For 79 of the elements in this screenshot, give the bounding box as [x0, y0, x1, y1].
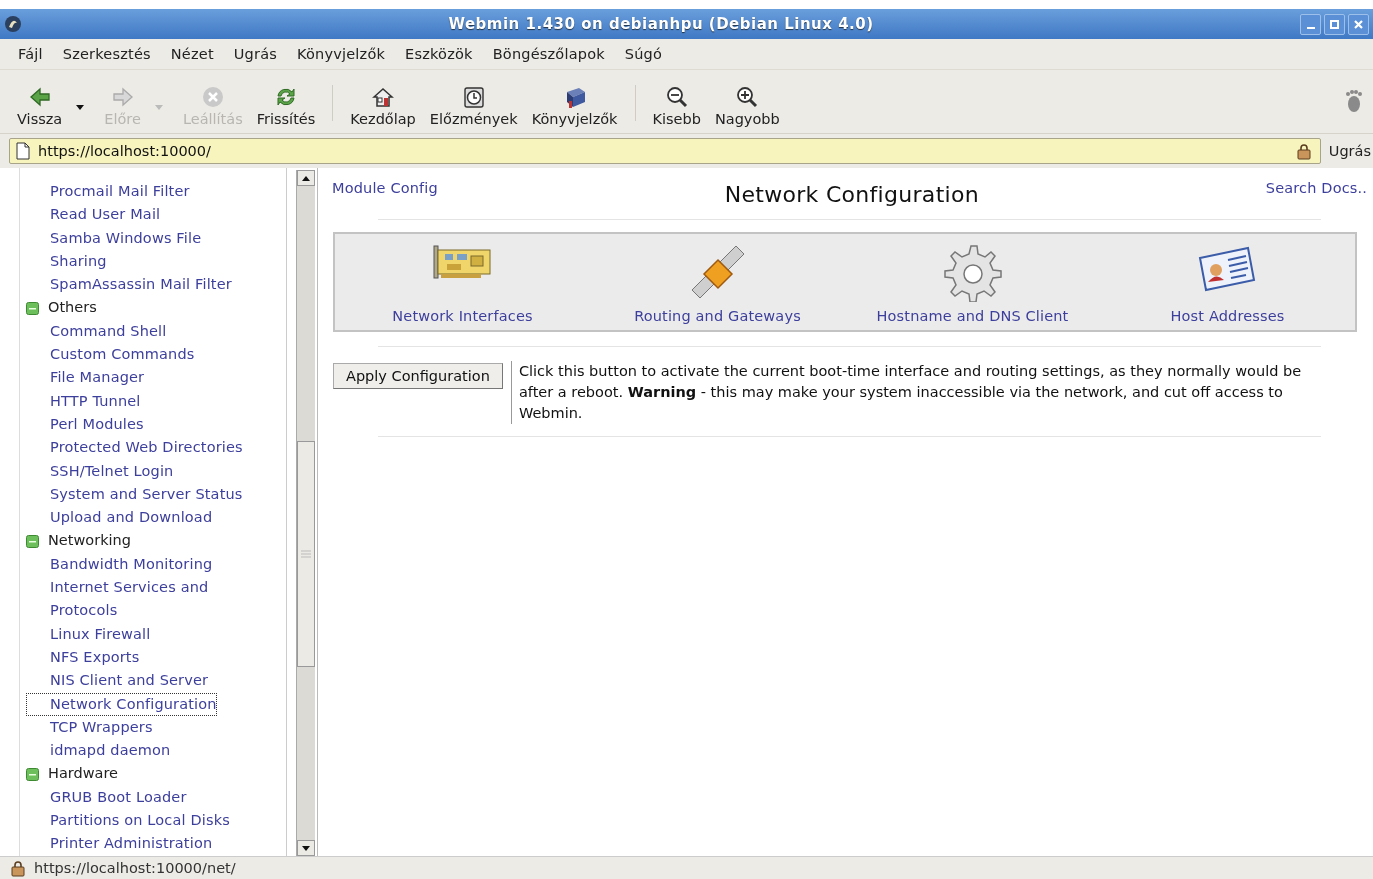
category-label[interactable]: Others [48, 296, 97, 320]
back-button[interactable]: Vissza [10, 86, 70, 127]
menu-item[interactable]: Szerkesztés [52, 46, 161, 62]
sidebar-link[interactable]: Command Shell [26, 319, 167, 344]
sidebar-link[interactable]: NFS Exports [26, 645, 140, 670]
grip-icon [299, 550, 313, 558]
bookmarks-button[interactable]: Könyvjelzők [524, 86, 625, 127]
menu-item[interactable]: Ugrás [223, 46, 287, 62]
sidebar-link[interactable]: Partitions on Local Disks [26, 809, 230, 833]
sidebar-link[interactable]: Custom Commands [26, 343, 195, 367]
menu-item[interactable]: Fájl [8, 46, 53, 62]
collapse-icon[interactable] [26, 301, 39, 315]
sidebar-link[interactable]: idmapd daemon [26, 739, 171, 763]
zoom-out-button[interactable]: Kisebb [645, 86, 708, 127]
page-title: Network Configuration [723, 182, 980, 207]
collapse-icon[interactable] [26, 767, 39, 781]
module-config-link[interactable]: Module Config [332, 180, 438, 196]
house-icon [371, 86, 396, 108]
sidebar-link[interactable]: File Manager [26, 366, 145, 390]
sidebar-link[interactable]: TCP Wrappers [26, 715, 153, 740]
reload-button[interactable]: Frissítés [249, 86, 323, 127]
sidebar-link[interactable]: Read User Mail [26, 203, 161, 227]
status-text: https://localhost:10000/net/ [34, 860, 236, 876]
menu-item[interactable]: Könyvjelzők [287, 46, 396, 62]
sidebar-link[interactable]: SpamAssassin Mail Filter [26, 273, 232, 297]
scrollbar[interactable] [296, 170, 315, 856]
sidebar-link[interactable]: Samba Windows File Sharing [26, 226, 250, 274]
search-docs-link[interactable]: Search Docs.. [1265, 180, 1367, 196]
home-button[interactable]: Kezdőlap [343, 86, 423, 127]
sidebar-link[interactable]: System and Server Status [26, 482, 243, 507]
footprint-icon [1343, 87, 1365, 114]
go-button[interactable]: Ugrás [1326, 143, 1373, 159]
maximize-button[interactable] [1324, 13, 1345, 35]
sidebar-link[interactable]: Printer Administration [26, 832, 213, 856]
sidebar-link[interactable]: Procmail Mail Filter [26, 180, 190, 204]
module-link[interactable]: Network Interfaces [392, 308, 533, 324]
zoom-in-button[interactable]: Nagyobb [707, 86, 787, 127]
zoom-in-icon [735, 86, 760, 108]
reload-icon [274, 86, 298, 108]
sidebar-link[interactable]: Internet Services and Protocols [26, 576, 250, 623]
category-label[interactable]: Hardware [48, 762, 118, 786]
clock-icon [461, 86, 486, 108]
sidebar-link[interactable]: HTTP Tunnel [26, 389, 141, 413]
module-link[interactable]: Host Addresses [1170, 308, 1285, 324]
apply-configuration-button[interactable]: Apply Configuration [333, 363, 503, 389]
module-link[interactable]: Hostname and DNS Client [876, 308, 1069, 324]
sidebar-link[interactable]: Bandwidth Monitoring [26, 552, 213, 577]
sidebar-link[interactable]: Upload and Download [26, 506, 213, 530]
sidebar-link[interactable]: SSH/Telnet Login [26, 459, 174, 483]
down-arrow-icon [301, 844, 311, 852]
app-icon [4, 15, 22, 33]
menu-item[interactable]: Böngészőlapok [482, 46, 615, 62]
forward-arrow-icon [110, 86, 135, 108]
sidebar-link[interactable]: GRUB Boot Loader [26, 785, 187, 809]
address-field[interactable]: https://localhost:10000/ [9, 138, 1321, 164]
page-icon [16, 142, 30, 160]
category-label[interactable]: Networking [48, 529, 131, 553]
sidebar-link[interactable]: Perl Modules [26, 412, 144, 437]
minimize-button[interactable] [1300, 13, 1321, 35]
close-button[interactable] [1348, 13, 1369, 35]
apply-description: Click this button to activate the current boot-time interface and routing settings, as they normally would be after a reboot. Warning - this may make your system inaccessible via the network, and cut off access to Webmin. [510, 361, 1339, 424]
zoom-out-icon [664, 86, 689, 108]
history-button[interactable]: Előzmények [422, 86, 525, 127]
menu-item[interactable]: Nézet [160, 46, 224, 62]
maximize-icon [1330, 19, 1339, 29]
up-arrow-icon [301, 174, 311, 182]
sidebar-link[interactable]: NIS Client and Server [26, 669, 209, 693]
sidebar-link[interactable]: Linux Firewall [26, 622, 151, 646]
module-link[interactable]: Routing and Gateways [634, 308, 801, 324]
caret-icon[interactable] [75, 103, 86, 111]
menu-item[interactable]: Súgó [614, 46, 673, 62]
collapse-icon[interactable] [26, 534, 39, 548]
stop-icon [200, 86, 225, 108]
sidebar-link[interactable]: Network Configuration [26, 692, 217, 716]
menu-item[interactable]: Eszközök [395, 46, 483, 62]
sidebar-link[interactable]: Protected Web Directories [26, 436, 243, 460]
close-icon [1354, 19, 1363, 29]
minimize-icon [1306, 27, 1315, 29]
window-title: Webmin 1.430 on debianhpu (Debian Linux 4.0) [447, 15, 875, 33]
